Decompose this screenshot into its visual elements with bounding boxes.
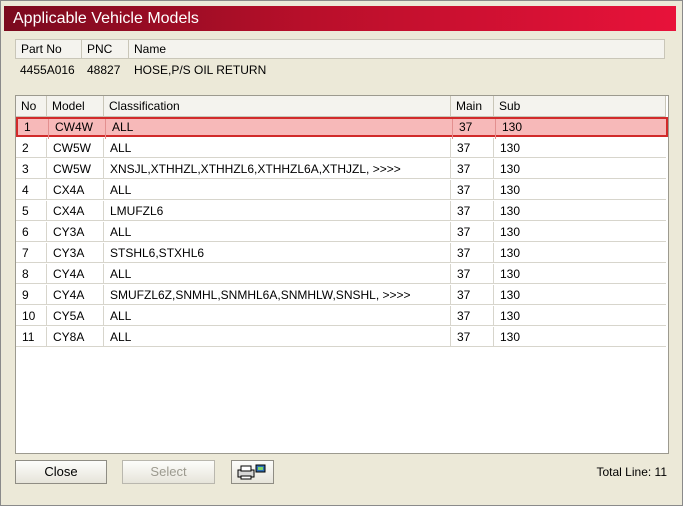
cell-model: CY3A bbox=[47, 243, 104, 263]
col-sub-header[interactable]: Sub bbox=[494, 96, 666, 116]
table-row[interactable]: 11 CY8A ALL 37 130 bbox=[16, 327, 666, 347]
cell-sub: 130 bbox=[500, 162, 521, 176]
table-row[interactable]: 9 CY4A SMUFZL6Z,SNMHL,SNMHL6A,SNMHLW,SNSHL… bbox=[16, 285, 666, 305]
cell-model: CW5W bbox=[47, 159, 104, 179]
cell-no: 6 bbox=[16, 222, 47, 242]
cell-model: CY4A bbox=[47, 264, 104, 284]
cell-no: 4 bbox=[16, 180, 47, 200]
cell-no: 10 bbox=[16, 306, 47, 326]
table-row[interactable]: 7 CY3A STSHL6,STXHL6 37 130 bbox=[16, 243, 666, 263]
part-info-grid: Part No PNC Name 4455A016 48827 HOSE,P/S… bbox=[15, 39, 665, 86]
cell-no: 3 bbox=[16, 159, 47, 179]
cell-classification: ALL bbox=[104, 306, 451, 326]
cell-sub: 130 bbox=[500, 141, 521, 155]
cell-model: CX4A bbox=[47, 180, 104, 200]
name-value: HOSE,P/S OIL RETURN bbox=[134, 63, 267, 77]
table-row[interactable]: 1 CW4W ALL 37 130 bbox=[16, 117, 668, 139]
cell-main: 37 bbox=[451, 285, 494, 305]
pnc-value: 48827 bbox=[87, 63, 121, 77]
cell-main: 37 bbox=[451, 222, 494, 242]
cell-classification: ALL bbox=[104, 138, 451, 158]
cell-classification: ALL bbox=[106, 119, 453, 139]
cell-classification: LMUFZL6 bbox=[104, 201, 451, 221]
cell-no: 9 bbox=[16, 285, 47, 305]
table-row[interactable]: 4 CX4A ALL 37 130 bbox=[16, 180, 666, 200]
cell-model: CX4A bbox=[47, 201, 104, 221]
table-row[interactable]: 8 CY4A ALL 37 130 bbox=[16, 264, 666, 284]
col-classification-header[interactable]: Classification bbox=[104, 96, 451, 116]
cell-classification: ALL bbox=[104, 180, 451, 200]
pnc-header: PNC bbox=[82, 40, 129, 58]
cell-main: 37 bbox=[451, 159, 494, 179]
cell-no: 8 bbox=[16, 264, 47, 284]
col-main-header[interactable]: Main bbox=[451, 96, 494, 116]
cell-main: 37 bbox=[451, 327, 494, 347]
total-line: Total Line: 11 bbox=[596, 465, 668, 479]
cell-no: 5 bbox=[16, 201, 47, 221]
cell-sub: 130 bbox=[500, 183, 521, 197]
cell-model: CY8A bbox=[47, 327, 104, 347]
cell-model: CY4A bbox=[47, 285, 104, 305]
col-no-header[interactable]: No bbox=[16, 96, 47, 116]
cell-sub: 130 bbox=[500, 225, 521, 239]
window-title: Applicable Vehicle Models bbox=[13, 10, 199, 27]
cell-no: 1 bbox=[18, 119, 49, 139]
cell-sub: 130 bbox=[500, 246, 521, 260]
cell-sub: 130 bbox=[500, 267, 521, 281]
select-button[interactable]: Select bbox=[122, 460, 215, 484]
cell-main: 37 bbox=[451, 264, 494, 284]
table-row[interactable]: 10 CY5A ALL 37 130 bbox=[16, 306, 666, 326]
cell-main: 37 bbox=[451, 201, 494, 221]
cell-sub: 130 bbox=[500, 330, 521, 344]
name-header: Name bbox=[134, 42, 167, 56]
cell-no: 11 bbox=[16, 327, 47, 347]
applicable-vehicle-models-window: Applicable Vehicle Models Part No PNC Na… bbox=[0, 0, 683, 506]
cell-sub: 130 bbox=[500, 288, 521, 302]
table-row[interactable]: 2 CW5W ALL 37 130 bbox=[16, 138, 666, 158]
cell-classification: SMUFZL6Z,SNMHL,SNMHL6A,SNMHLW,SNSHL, >>>… bbox=[104, 285, 451, 305]
vehicle-models-table[interactable]: No Model Classification Main Sub 1 CW4W AL… bbox=[15, 95, 669, 454]
cell-model: CW4W bbox=[49, 119, 106, 139]
cell-no: 2 bbox=[16, 138, 47, 158]
cell-sub: 130 bbox=[500, 204, 521, 218]
cell-model: CY5A bbox=[47, 306, 104, 326]
cell-main: 37 bbox=[451, 243, 494, 263]
cell-classification: ALL bbox=[104, 222, 451, 242]
col-model-header[interactable]: Model bbox=[47, 96, 104, 116]
printer-icon bbox=[237, 464, 266, 480]
cell-main: 37 bbox=[451, 180, 494, 200]
cell-main: 37 bbox=[453, 119, 496, 139]
table-row[interactable]: 6 CY3A ALL 37 130 bbox=[16, 222, 666, 242]
cell-sub: 130 bbox=[502, 120, 523, 134]
title-bar[interactable]: Applicable Vehicle Models bbox=[4, 6, 676, 31]
cell-classification: ALL bbox=[104, 327, 451, 347]
part-info-header: Part No PNC Name bbox=[15, 39, 665, 59]
close-button[interactable]: Close bbox=[15, 460, 107, 484]
cell-sub: 130 bbox=[500, 309, 521, 323]
part-no-value: 4455A016 bbox=[20, 63, 75, 77]
cell-model: CY3A bbox=[47, 222, 104, 242]
cell-classification: ALL bbox=[104, 264, 451, 284]
table-header: No Model Classification Main Sub bbox=[16, 96, 666, 117]
cell-no: 7 bbox=[16, 243, 47, 263]
print-button[interactable] bbox=[231, 460, 274, 484]
part-no-header: Part No bbox=[16, 40, 82, 58]
table-row[interactable]: 3 CW5W XNSJL,XTHHZL,XTHHZL6,XTHHZL6A,XTHJZ… bbox=[16, 159, 666, 179]
cell-model: CW5W bbox=[47, 138, 104, 158]
cell-main: 37 bbox=[451, 306, 494, 326]
cell-classification: STSHL6,STXHL6 bbox=[104, 243, 451, 263]
cell-main: 37 bbox=[451, 138, 494, 158]
table-row[interactable]: 5 CX4A LMUFZL6 37 130 bbox=[16, 201, 666, 221]
cell-classification: XNSJL,XTHHZL,XTHHZL6,XTHHZL6A,XTHJZL, >>… bbox=[104, 159, 451, 179]
